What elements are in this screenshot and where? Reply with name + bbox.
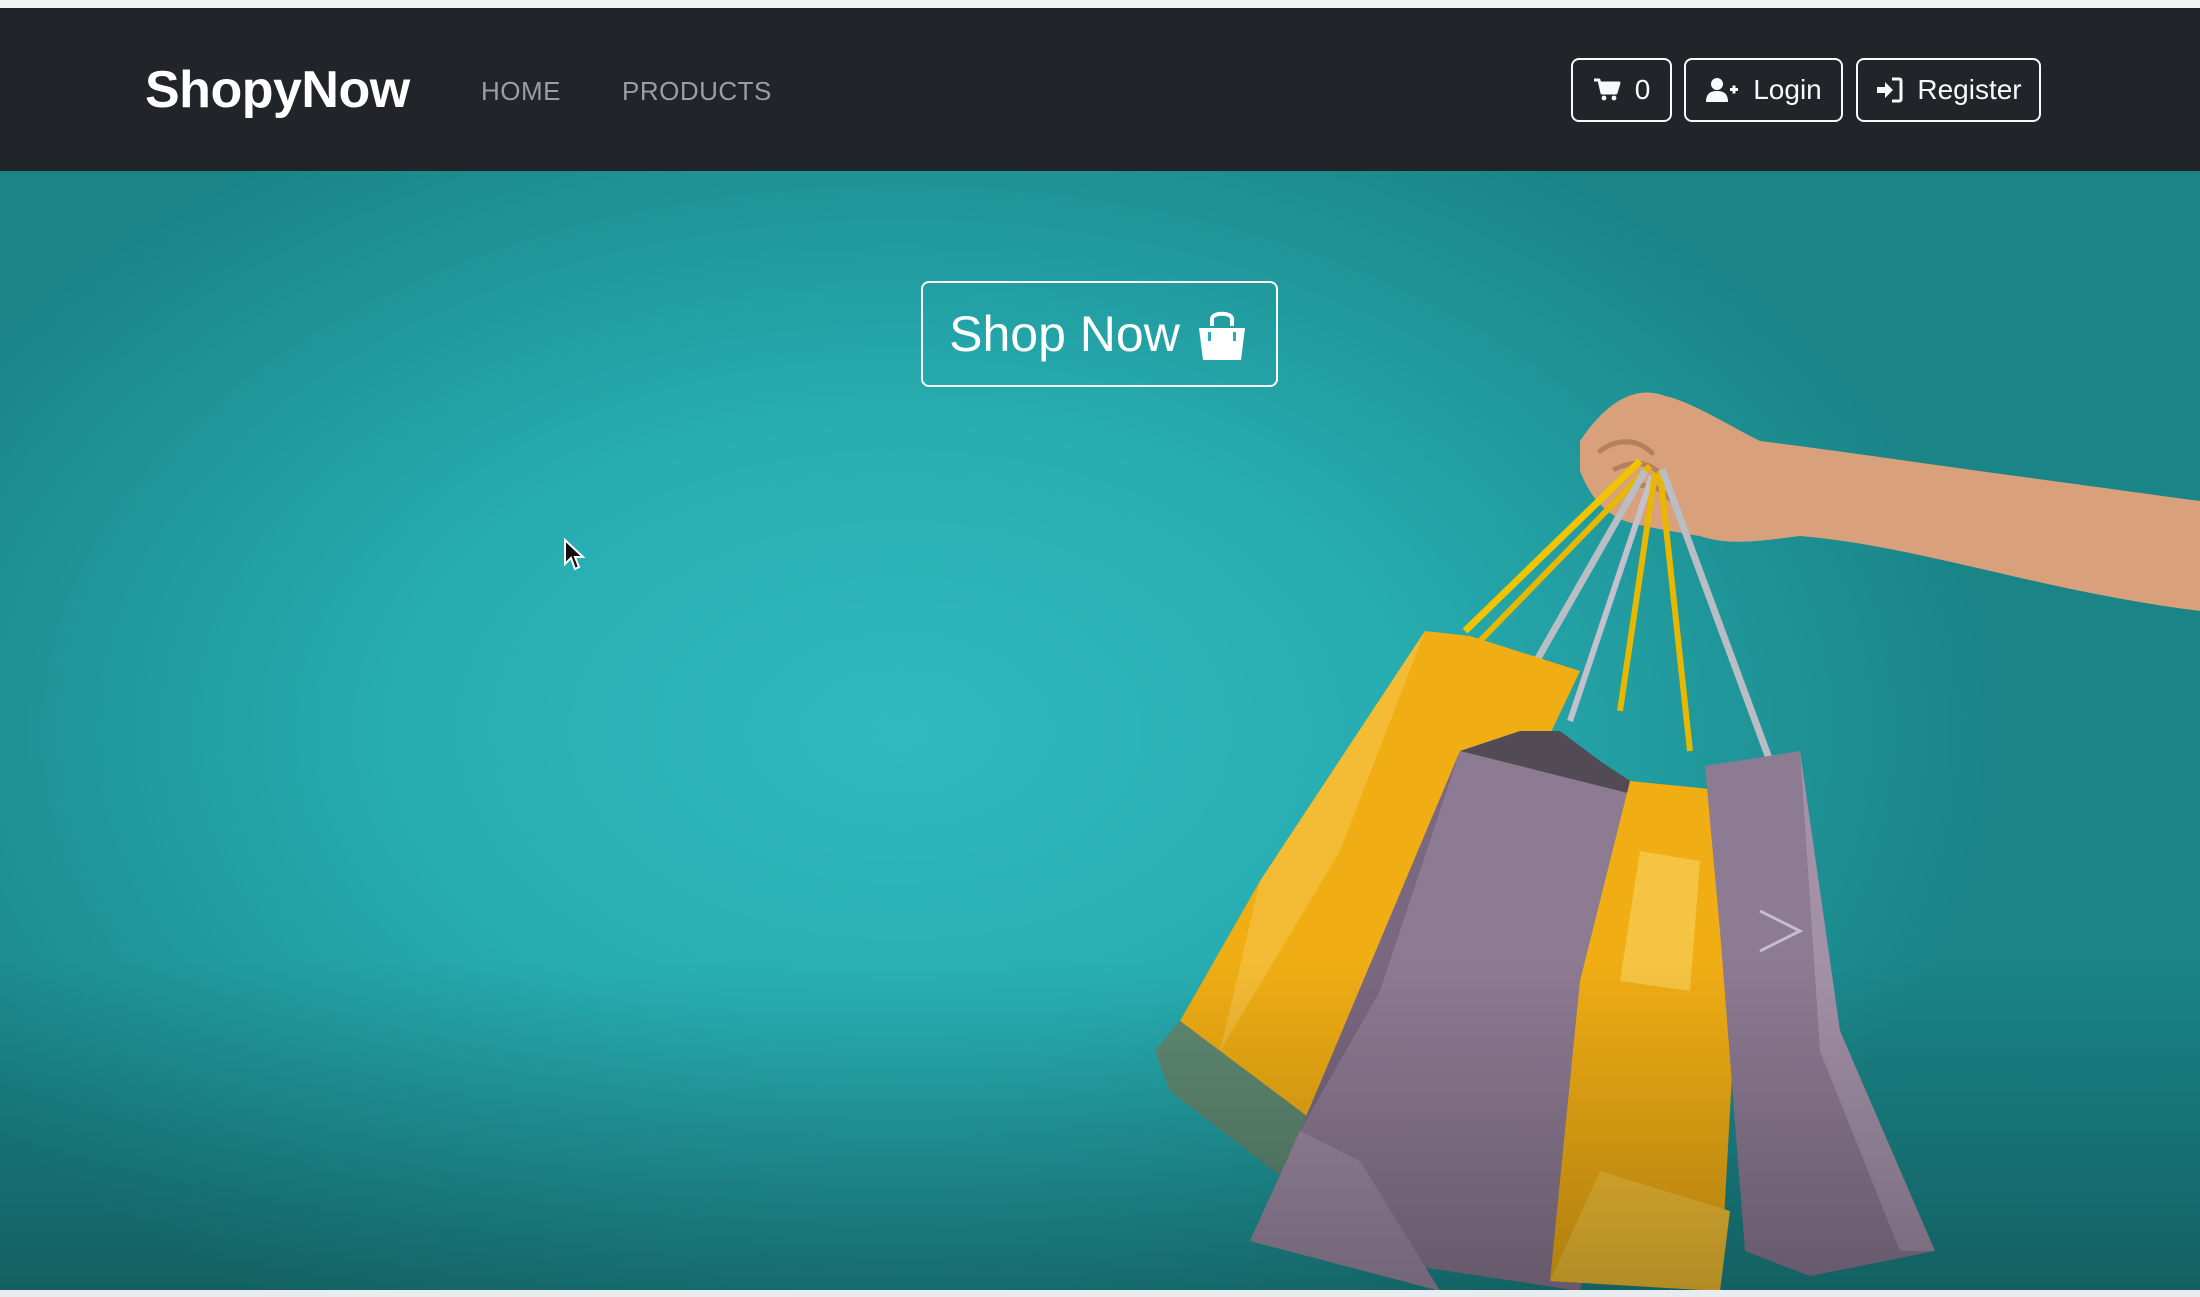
login-button[interactable]: Login xyxy=(1684,58,1843,122)
login-label: Login xyxy=(1753,74,1822,105)
brand-logo[interactable]: ShopyNow xyxy=(145,60,410,120)
register-label: Register xyxy=(1917,74,2022,105)
hero-banner: Shop Now xyxy=(0,171,2200,1297)
nav-link-products[interactable]: PRODUCTS xyxy=(622,76,772,107)
sign-in-icon xyxy=(1875,77,1903,103)
register-button[interactable]: Register xyxy=(1856,58,2041,122)
nav-link-home[interactable]: HOME xyxy=(481,76,561,107)
mouse-cursor xyxy=(564,538,586,571)
navbar: ShopyNow HOME PRODUCTS 0 Login Register xyxy=(0,8,2200,171)
cart-button[interactable]: 0 xyxy=(1571,58,1672,122)
cart-icon xyxy=(1593,78,1621,102)
cart-count: 0 xyxy=(1634,74,1651,105)
user-plus-icon xyxy=(1705,77,1739,103)
shop-now-label: Shop Now xyxy=(949,306,1180,362)
shop-now-button[interactable]: Shop Now xyxy=(921,281,1278,387)
page-bottom-edge xyxy=(0,1290,2200,1297)
shopping-bag-icon xyxy=(1194,306,1250,362)
window-top-strip xyxy=(0,0,2200,8)
